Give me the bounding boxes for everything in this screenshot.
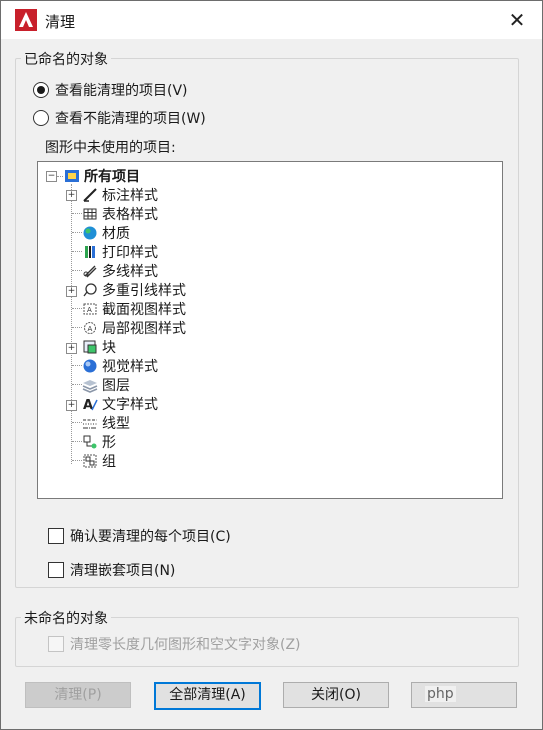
- expand-blocks[interactable]: +: [66, 343, 77, 354]
- tree-item-sectionviewstyle[interactable]: A 截面视图样式: [82, 299, 186, 318]
- unnamed-objects-label: 未命名的对象: [21, 608, 111, 628]
- expand-mleaderstyle[interactable]: +: [66, 286, 77, 297]
- tree-item-label: 打印样式: [102, 244, 158, 261]
- radio-dot-selected: [33, 82, 49, 98]
- plot-style-icon: [85, 245, 95, 258]
- tree-item-groups[interactable]: 组: [82, 451, 116, 470]
- tree-item-label: 形: [102, 434, 116, 451]
- radio-dot: [33, 110, 49, 126]
- text-style-icon: A: [83, 398, 98, 412]
- view-purgeable-label: 查看能清理的项目(V): [55, 83, 188, 99]
- checkbox-box: [48, 528, 64, 544]
- tree-root-label: 所有项目: [84, 168, 140, 185]
- tree-root[interactable]: 所有项目: [64, 166, 140, 185]
- tree-item-label: 线型: [102, 415, 130, 432]
- purge-nested-label: 清理嵌套项目(N): [70, 563, 176, 579]
- tree-item-label: 局部视图样式: [102, 320, 186, 337]
- tree-item-visualstyle[interactable]: 视觉样式: [82, 356, 158, 375]
- detail-view-style-icon: A: [84, 321, 96, 334]
- layers-icon: [82, 379, 98, 393]
- expand-dimstyle[interactable]: +: [66, 190, 77, 201]
- dimension-style-icon: [83, 187, 97, 202]
- tree-item-label: 截面视图样式: [102, 301, 186, 318]
- tree-item-layers[interactable]: 图层: [82, 375, 130, 394]
- close-button[interactable]: 关闭(O): [283, 682, 389, 708]
- zero-length-label: 清理零长度几何图形和空文字对象(Z): [70, 637, 301, 653]
- view-purgeable-radio[interactable]: 查看能清理的项目(V): [33, 80, 188, 100]
- all-items-icon: [65, 169, 79, 182]
- tree-item-label: 多线样式: [102, 263, 158, 280]
- linetype-icon: [83, 419, 97, 428]
- block-icon: [83, 340, 97, 353]
- group-icon: [83, 454, 97, 467]
- close-icon[interactable]: ✕: [502, 5, 532, 35]
- tree-item-material[interactable]: 材质: [82, 223, 130, 242]
- section-view-style-icon: A: [83, 303, 97, 314]
- shape-icon: [83, 435, 97, 448]
- view-nonpurgeable-label: 查看不能清理的项目(W): [55, 111, 206, 127]
- tree-item-mlinestyle[interactable]: 多线样式: [82, 261, 158, 280]
- watermark: php: [425, 686, 456, 702]
- material-sphere-icon: [83, 226, 97, 239]
- tree-label: 图形中未使用的项目:: [45, 140, 176, 156]
- confirm-each-checkbox[interactable]: 确认要清理的每个项目(C): [48, 526, 231, 546]
- tree-item-textstyle[interactable]: A 文字样式: [82, 394, 158, 413]
- tree-item-shapes[interactable]: 形: [82, 432, 116, 451]
- tree-item-label: 表格样式: [102, 206, 158, 223]
- tree-item-blocks[interactable]: 块: [82, 337, 116, 356]
- confirm-each-label: 确认要清理的每个项目(C): [70, 529, 231, 545]
- tree-item-dimstyle[interactable]: 标注样式: [82, 185, 158, 204]
- named-objects-label: 已命名的对象: [21, 49, 111, 69]
- svg-text:A: A: [88, 325, 93, 333]
- multiline-style-icon: [83, 265, 97, 277]
- expand-textstyle[interactable]: +: [66, 400, 77, 411]
- multileader-style-icon: [83, 282, 97, 296]
- tree-item-label: 组: [102, 453, 116, 470]
- tree-item-plotstyle[interactable]: 打印样式: [82, 242, 158, 261]
- tree-item-label: 材质: [102, 225, 130, 242]
- tree-item-label: 视觉样式: [102, 358, 158, 375]
- collapse-all-toggle[interactable]: −: [46, 171, 57, 182]
- tree-item-label: 标注样式: [102, 187, 158, 204]
- view-nonpurgeable-radio[interactable]: 查看不能清理的项目(W): [33, 108, 206, 128]
- purge-dialog: 清理 ✕ 已命名的对象 查看能清理的项目(V) 查看不能清理的项目(W) 图形中…: [0, 0, 543, 730]
- zero-length-checkbox[interactable]: 清理零长度几何图形和空文字对象(Z): [48, 634, 301, 654]
- autocad-logo-icon: [15, 9, 37, 31]
- unused-items-tree[interactable]: − 所有项目 + 标注样式 表格样式 材质 打印样式 多线样式 + 多重引线样式…: [37, 161, 503, 499]
- title-bar: 清理 ✕: [1, 1, 542, 39]
- tree-item-detailviewstyle[interactable]: A 局部视图样式: [82, 318, 186, 337]
- checkbox-box: [48, 562, 64, 578]
- tree-item-label: 块: [102, 339, 116, 356]
- svg-text:A: A: [87, 306, 92, 314]
- tree-item-label: 多重引线样式: [102, 282, 186, 299]
- checkbox-box: [48, 636, 64, 652]
- visual-style-icon: [83, 359, 97, 372]
- window-title: 清理: [45, 13, 76, 31]
- svg-text:A: A: [83, 398, 93, 412]
- tree-item-linetype[interactable]: 线型: [82, 413, 130, 432]
- purge-all-button[interactable]: 全部清理(A): [154, 682, 261, 710]
- tree-item-label: 图层: [102, 377, 130, 394]
- purge-nested-checkbox[interactable]: 清理嵌套项目(N): [48, 560, 175, 580]
- tree-item-label: 文字样式: [102, 396, 158, 413]
- table-style-icon: [83, 208, 97, 219]
- tree-item-tablestyle[interactable]: 表格样式: [82, 204, 158, 223]
- tree-item-mleaderstyle[interactable]: 多重引线样式: [82, 280, 186, 299]
- purge-button[interactable]: 清理(P): [25, 682, 131, 708]
